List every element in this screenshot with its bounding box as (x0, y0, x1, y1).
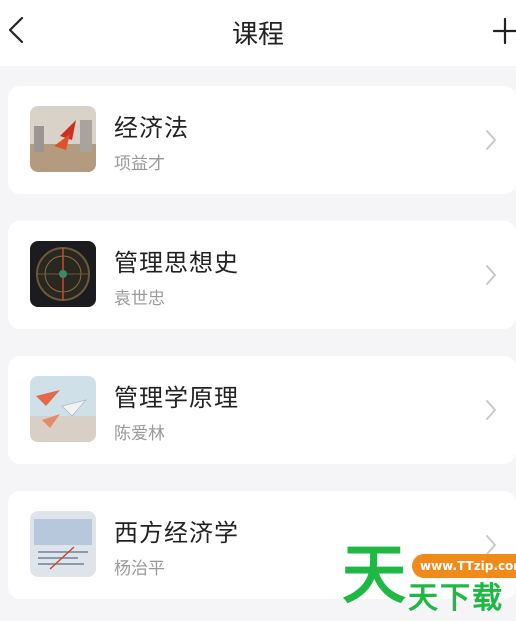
watermark-logo-char: 天 (342, 539, 406, 613)
teacher-name: 袁世忠 (114, 289, 165, 309)
app-header: 课程 (0, 0, 516, 66)
teacher-name: 杨治平 (114, 559, 165, 579)
chevron-right-icon (486, 265, 496, 285)
course-card[interactable]: 管理学原理 陈爱林 (8, 356, 516, 464)
course-card[interactable]: 经济法 项益才 (8, 86, 516, 194)
teacher-name: 陈爱林 (114, 424, 165, 444)
course-thumbnail (30, 376, 96, 442)
add-course-button[interactable] (492, 16, 516, 46)
course-name: 西方经济学 (114, 519, 239, 547)
teacher-name: 项益才 (114, 154, 165, 174)
course-name: 经济法 (114, 114, 189, 142)
watermark-text: 天下载 (408, 581, 504, 616)
page-title: 课程 (231, 20, 284, 50)
course-name: 管理学原理 (114, 384, 239, 412)
site-watermark: 天 www.TTzip.com 天下载 (340, 540, 516, 621)
course-thumbnail (30, 511, 96, 577)
course-thumbnail (30, 106, 96, 172)
watermark-url: www.TTzip.com (412, 554, 516, 578)
course-thumbnail (30, 241, 96, 307)
course-name: 管理思想史 (114, 249, 239, 277)
chevron-right-icon (486, 400, 496, 420)
course-card[interactable]: 管理思想史 袁世忠 (8, 221, 516, 329)
plus-icon (492, 17, 516, 45)
chevron-right-icon (486, 130, 496, 150)
